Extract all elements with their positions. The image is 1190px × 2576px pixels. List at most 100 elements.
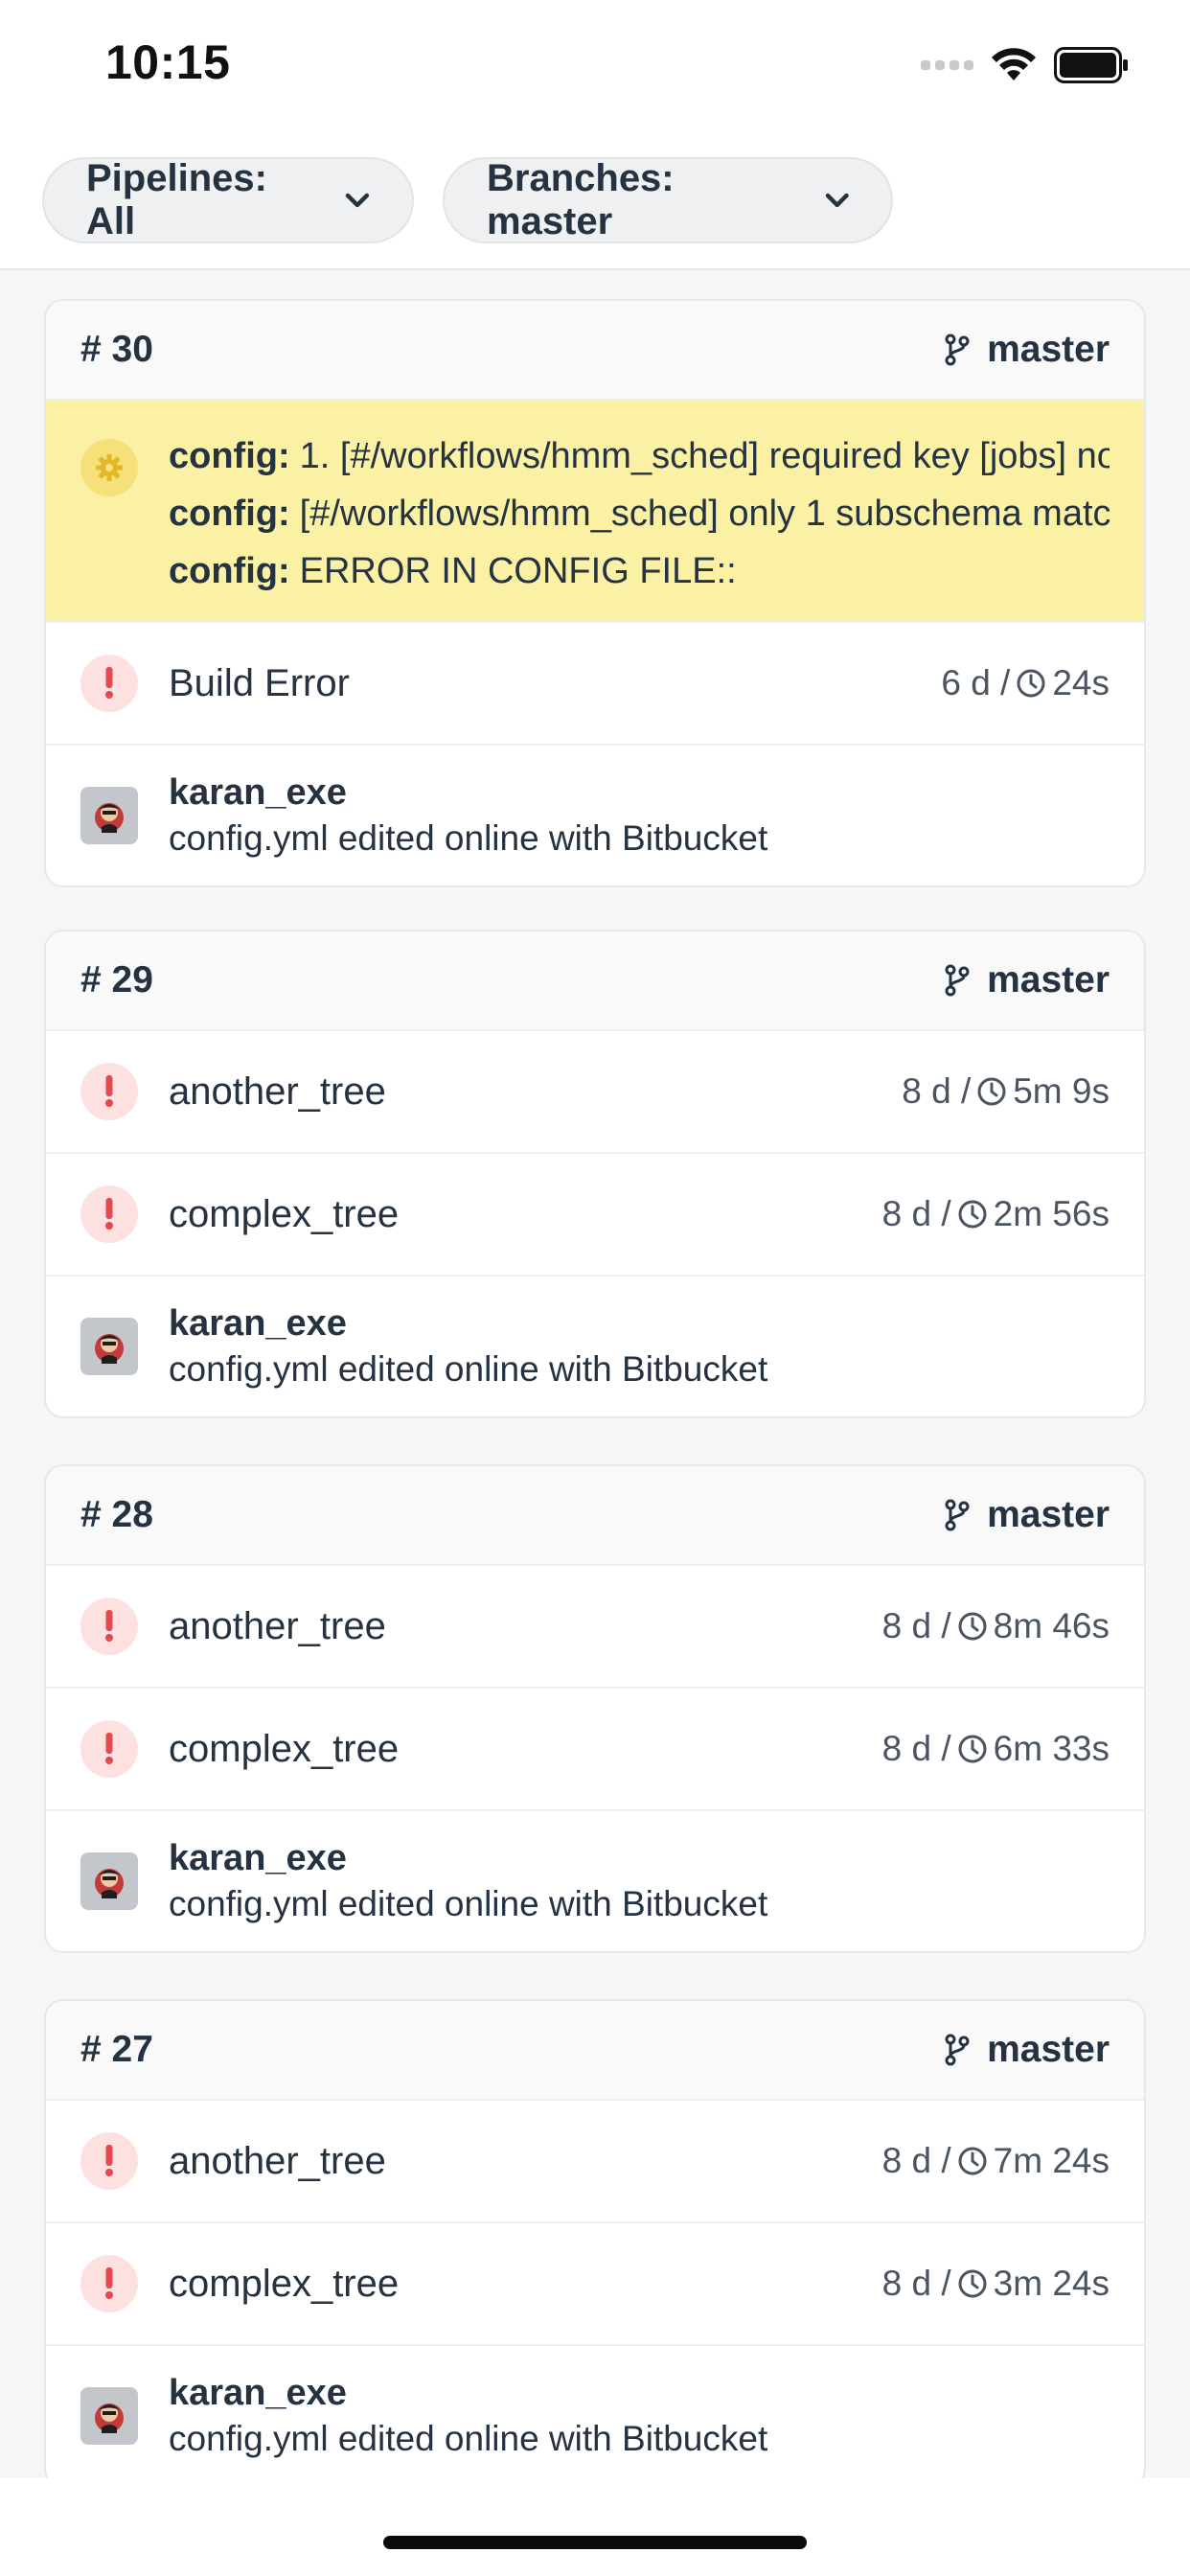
pipeline-number: # 28 [80,1494,153,1535]
job-meta: 8 d / 6m 33s [882,1729,1110,1769]
job-duration: 6m 33s [993,1729,1110,1768]
commit-info: karan_exe config.yml edited online with … [169,1300,767,1392]
job-name: Build Error [169,661,350,704]
job-name: another_tree [169,1070,386,1113]
job-name: complex_tree [169,1192,400,1235]
pipeline-card[interactable]: # 29 master another_tree 8 d / 5m 9s com… [44,930,1146,1418]
commit-message: config.yml edited online with Bitbucket [169,1349,768,1389]
avatar [80,1852,138,1910]
commit-row: karan_exe config.yml edited online with … [46,746,1144,886]
alert-line: config: [#/workflows/hmm_sched] only 1 su… [169,494,1110,534]
job-age: 8 d / [881,1194,951,1233]
commit-info: karan_exe config.yml edited online with … [169,2370,767,2462]
job-duration: 24s [1052,663,1110,702]
commit-row: karan_exe config.yml edited online with … [46,1276,1144,1416]
pipeline-card[interactable]: # 28 master another_tree 8 d / 8m 46s co… [44,1464,1146,1953]
branch-icon [945,1499,970,1531]
error-icon [80,1063,138,1120]
job-meta: 6 d / 24s [941,663,1110,703]
chevron-down-icon [345,193,370,208]
config-error-alert: config: 1. [#/workflows/hmm_sched] requir… [46,401,1144,623]
alert-line: config: ERROR IN CONFIG FILE:: [169,551,737,591]
error-icon [80,2255,138,2312]
job-row[interactable]: another_tree 8 d / 5m 9s [46,1031,1144,1154]
job-age: 6 d / [941,663,1011,702]
error-icon [80,1720,138,1778]
job-meta: 8 d / 7m 24s [882,2141,1110,2181]
cellular-signal-icon [921,60,973,70]
pipeline-number: # 29 [80,959,153,1000]
branch-icon [945,2034,970,2066]
battery-icon [1054,47,1128,83]
avatar [80,787,138,844]
clock-icon [958,1735,987,1763]
branch-icon [945,964,970,997]
job-row[interactable]: complex_tree 8 d / 3m 24s [46,2223,1144,2346]
branch-icon [945,334,970,366]
error-icon [80,2132,138,2190]
clock-icon [977,1077,1006,1106]
home-indicator[interactable] [383,2536,807,2549]
job-row[interactable]: complex_tree 8 d / 2m 56s [46,1154,1144,1276]
job-name: another_tree [169,1604,386,1647]
commit-info: karan_exe config.yml edited online with … [169,770,767,862]
commit-user: karan_exe [169,2373,347,2413]
home-indicator-area [0,2478,1190,2576]
job-duration: 2m 56s [993,1194,1110,1233]
pipeline-header: # 30 master [46,301,1144,401]
error-icon [80,655,138,712]
job-duration: 5m 9s [1013,1071,1110,1111]
pipelines-filter-button[interactable]: Pipelines: All [42,157,414,243]
job-age: 8 d / [881,2141,951,2180]
status-time: 10:15 [105,35,231,89]
avatar [80,1318,138,1375]
branches-filter-button[interactable]: Branches: master [443,157,893,243]
pipeline-header: # 28 master [46,1466,1144,1566]
commit-message: config.yml edited online with Bitbucket [169,1884,768,1923]
pipeline-number: # 30 [80,329,153,370]
job-duration: 8m 46s [993,1606,1110,1645]
branch-name: master [987,329,1110,370]
job-age: 8 d / [902,1071,972,1111]
error-icon [80,1185,138,1243]
commit-user: karan_exe [169,1838,347,1878]
branch-label: master [945,2029,1110,2071]
chevron-down-icon [825,193,849,208]
branch-name: master [987,2029,1110,2070]
alert-messages: config: 1. [#/workflows/hmm_sched] requir… [169,427,1110,600]
pipeline-number: # 27 [80,2029,153,2070]
status-icons [921,44,1129,86]
branch-name: master [987,1494,1110,1535]
job-age: 8 d / [881,1606,951,1645]
pipeline-card[interactable]: # 30 master config: 1. [#/workflows/hmm_… [44,299,1146,887]
clock-icon [1017,669,1045,698]
job-name: complex_tree [169,1727,400,1770]
job-row[interactable]: another_tree 8 d / 7m 24s [46,2101,1144,2223]
job-row[interactable]: complex_tree 8 d / 6m 33s [46,1689,1144,1811]
commit-message: config.yml edited online with Bitbucket [169,818,768,858]
clock-icon [958,2269,987,2298]
job-row[interactable]: another_tree 8 d / 8m 46s [46,1566,1144,1689]
commit-row: karan_exe config.yml edited online with … [46,2346,1144,2486]
job-row[interactable]: Build Error 6 d / 24s [46,623,1144,746]
pipelines-filter-label: Pipelines: All [86,157,267,242]
commit-info: karan_exe config.yml edited online with … [169,1835,767,1927]
job-meta: 8 d / 5m 9s [902,1071,1110,1112]
avatar [80,2387,138,2445]
commit-message: config.yml edited online with Bitbucket [169,2419,768,2458]
job-age: 8 d / [881,2264,951,2303]
pipeline-header: # 29 master [46,932,1144,1031]
commit-row: karan_exe config.yml edited online with … [46,1811,1144,1951]
clock-icon [958,1200,987,1229]
branch-label: master [945,329,1110,371]
pipeline-header: # 27 master [46,2001,1144,2101]
clock-icon [958,1612,987,1641]
job-name: complex_tree [169,2262,400,2305]
commit-user: karan_exe [169,1303,347,1344]
job-age: 8 d / [881,1729,951,1768]
pipeline-card[interactable]: # 27 master another_tree 8 d / 7m 24s co… [44,1999,1146,2488]
job-duration: 3m 24s [993,2264,1110,2303]
wifi-icon [992,48,1036,80]
job-name: another_tree [169,2139,386,2182]
error-icon [80,1598,138,1655]
